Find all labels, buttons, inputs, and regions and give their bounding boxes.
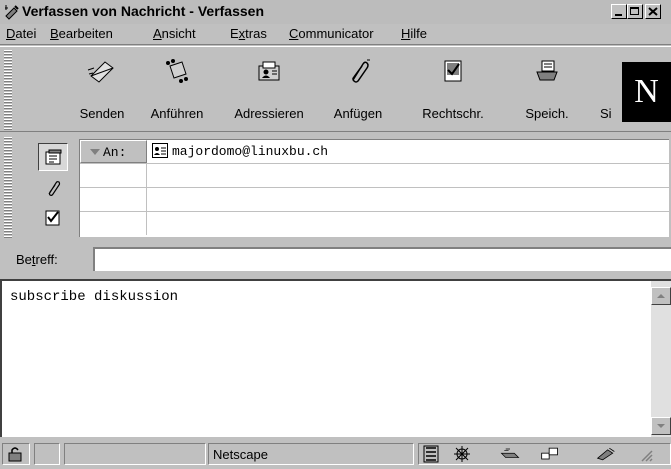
menu-datei[interactable]: Datei xyxy=(6,26,36,41)
subject-label: Betreff: xyxy=(16,252,58,267)
send-icon xyxy=(87,61,114,83)
save-icon xyxy=(536,60,558,81)
address-label: Adressieren xyxy=(234,106,304,121)
arrow-down-icon xyxy=(657,424,665,428)
message-body-text: subscribe diskussion xyxy=(10,289,179,305)
menu-extras[interactable]: Extras xyxy=(230,26,267,41)
scroll-up-button[interactable] xyxy=(651,287,671,305)
address-button[interactable]: Adressieren xyxy=(226,50,312,130)
spellcheck-icon xyxy=(444,60,462,82)
quote-label: Anführen xyxy=(150,106,204,121)
address-tab-button[interactable] xyxy=(38,143,68,171)
status-message: Netscape xyxy=(208,443,414,465)
spellcheck-button[interactable]: Rechtschr. xyxy=(412,50,494,130)
toolbar-grip[interactable] xyxy=(4,50,12,130)
recipient-list: An: majordomo@linuxbu.ch xyxy=(79,139,669,237)
attach-label: Anfügen xyxy=(333,106,383,121)
quote-button[interactable]: Anführen xyxy=(142,50,212,130)
window-title: Verfassen von Nachricht - Verfassen xyxy=(22,3,264,19)
vertical-scrollbar[interactable] xyxy=(651,281,671,437)
paperclip-icon xyxy=(48,181,61,196)
paperclip-icon xyxy=(352,59,370,83)
discussion-icon[interactable] xyxy=(540,445,560,463)
address-card-icon xyxy=(152,143,168,158)
send-button[interactable]: Senden xyxy=(74,50,130,130)
compose-icon xyxy=(5,5,19,20)
security-indicator[interactable] xyxy=(2,443,30,465)
recipient-row-empty[interactable] xyxy=(80,212,669,236)
close-icon xyxy=(648,7,658,16)
recipient-row[interactable]: An: majordomo@linuxbu.ch xyxy=(80,140,669,164)
minimize-button[interactable] xyxy=(611,4,627,19)
address-book-icon xyxy=(258,61,280,81)
recipient-type-cell[interactable] xyxy=(80,212,147,235)
progress-bar xyxy=(64,443,206,465)
navigator-icon[interactable] xyxy=(422,445,442,463)
recipient-address: majordomo@linuxbu.ch xyxy=(172,144,329,159)
menu-bearbeiten[interactable]: Bearbeiten xyxy=(50,26,113,41)
arrow-up-icon xyxy=(657,294,665,298)
spellcheck-label: Rechtschr. xyxy=(422,106,484,121)
recipient-type-cell[interactable] xyxy=(80,164,147,187)
options-tab-button[interactable] xyxy=(38,205,68,233)
dropdown-arrow-icon xyxy=(90,149,100,155)
lock-icon xyxy=(8,447,22,462)
address-grip[interactable] xyxy=(4,137,12,239)
security-button[interactable]: Si xyxy=(600,50,622,130)
attachments-tab-button[interactable] xyxy=(38,175,68,203)
subject-input[interactable] xyxy=(93,247,671,271)
scroll-down-button[interactable] xyxy=(651,417,671,435)
security-label: Si xyxy=(600,106,612,121)
save-button[interactable]: Speich. xyxy=(516,50,578,130)
progress-indicator xyxy=(34,443,60,465)
recipient-row-empty[interactable] xyxy=(80,188,669,212)
mail-icon[interactable] xyxy=(500,445,520,463)
attach-button[interactable]: Anfügen xyxy=(326,50,390,130)
menu-communicator[interactable]: Communicator xyxy=(289,26,374,41)
network-icon[interactable] xyxy=(452,445,472,463)
quote-icon xyxy=(166,59,188,83)
status-text: Netscape xyxy=(213,447,268,462)
menu-hilfe[interactable]: Hilfe xyxy=(401,26,427,41)
recipient-type-label: An: xyxy=(103,145,127,160)
save-label: Speich. xyxy=(525,106,569,121)
checklist-icon xyxy=(45,210,60,226)
netscape-logo[interactable]: N xyxy=(622,62,671,122)
composer-icon[interactable] xyxy=(596,445,616,463)
recipient-type-dropdown[interactable]: An: xyxy=(80,140,147,163)
resize-grip-icon[interactable] xyxy=(636,445,656,463)
menu-ansicht[interactable]: Ansicht xyxy=(153,26,196,41)
close-button[interactable] xyxy=(645,4,661,19)
recipient-row-empty[interactable] xyxy=(80,164,669,188)
maximize-button[interactable] xyxy=(627,4,643,19)
address-card-icon xyxy=(45,149,62,165)
send-label: Senden xyxy=(79,106,125,121)
recipient-type-cell[interactable] xyxy=(80,188,147,211)
